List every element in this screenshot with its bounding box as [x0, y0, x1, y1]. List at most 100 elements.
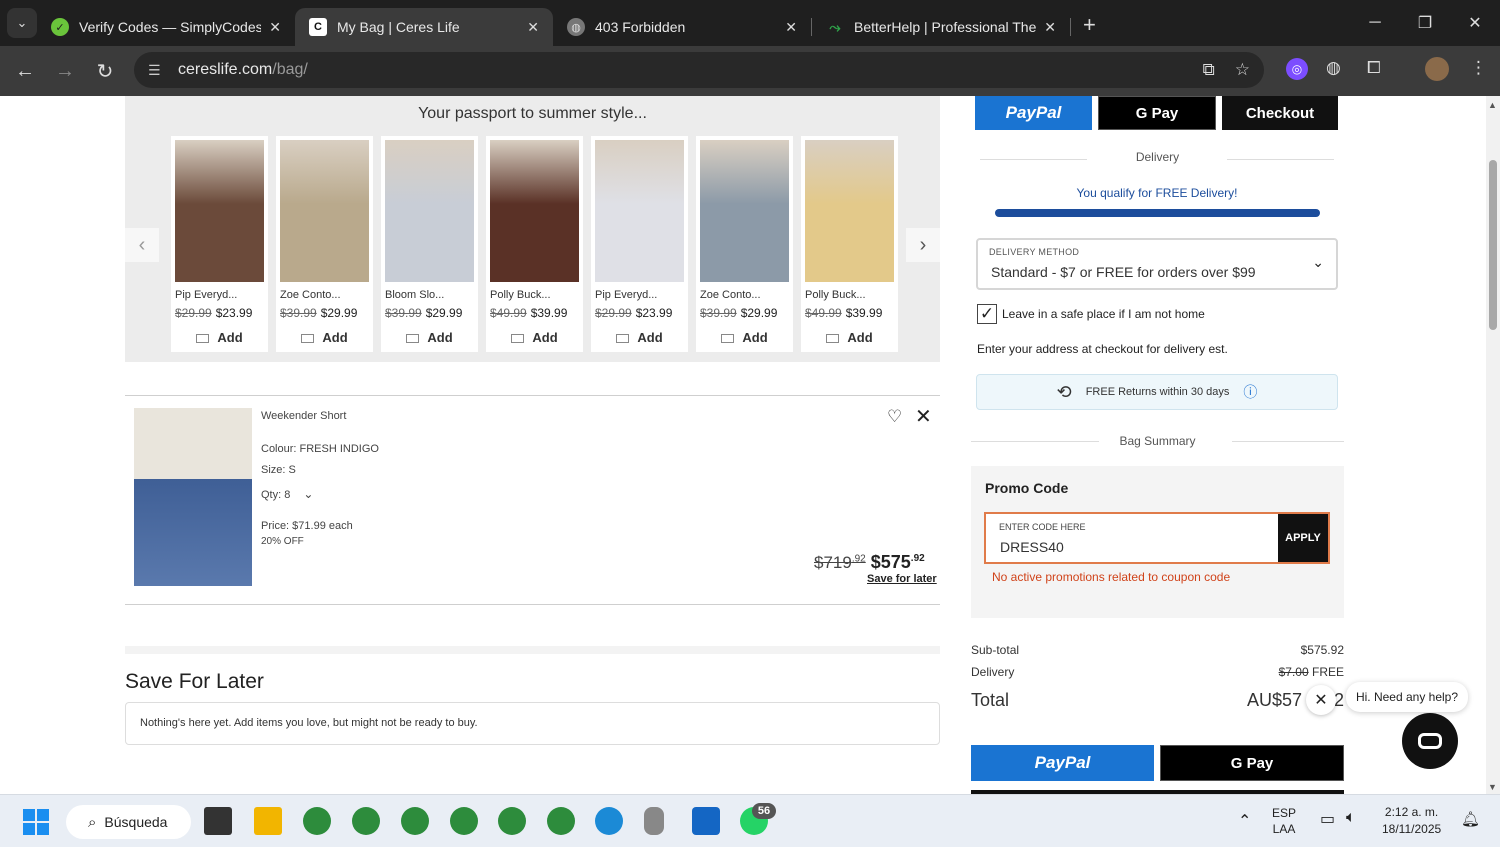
item-name[interactable]: Weekender Short	[261, 410, 346, 422]
tab-my-bag[interactable]: C My Bag | Ceres Life ✕	[295, 8, 553, 46]
vpn-globe-icon[interactable]: ◍	[1326, 58, 1341, 78]
tab-betterhelp[interactable]: ⤳ BetterHelp | Professional Therapy ✕	[812, 8, 1070, 46]
restore-icon[interactable]: ❐	[1400, 0, 1450, 46]
chrome-icon[interactable]	[547, 807, 575, 835]
tab-403-forbidden[interactable]: ◍ 403 Forbidden ✕	[553, 8, 811, 46]
betterhelp-favicon-icon: ⤳	[829, 18, 841, 35]
was-cents: .92	[851, 553, 866, 565]
product-card[interactable]: Polly Buck... $49.99 $39.99 Add	[486, 136, 583, 352]
chat-prompt[interactable]: Hi. Need any help?	[1346, 682, 1468, 712]
task-view-icon[interactable]	[204, 807, 232, 835]
carousel-prev-icon[interactable]: ‹	[125, 228, 159, 262]
chat-launcher-button[interactable]	[1402, 713, 1458, 769]
add-to-bag-button[interactable]: Add	[175, 330, 264, 345]
wishlist-heart-icon[interactable]: ♡	[887, 407, 902, 427]
bookmark-star-icon[interactable]: ☆	[1235, 60, 1250, 80]
chrome-icon[interactable]	[498, 807, 526, 835]
address-bar[interactable]: ☰ cereslife.com/bag/ ⧉ ☆	[134, 52, 1264, 88]
product-name[interactable]: Pip Everyd...	[175, 289, 264, 301]
add-to-bag-button[interactable]: Add	[280, 330, 369, 345]
mouse-app-icon[interactable]	[644, 807, 664, 835]
product-name[interactable]: Polly Buck...	[490, 289, 579, 301]
scroll-up-icon[interactable]: ▲	[1488, 100, 1497, 110]
extensions-puzzle-icon[interactable]: ⧠	[1367, 58, 1381, 78]
new-tab-icon[interactable]: +	[1083, 12, 1096, 38]
site-info-icon[interactable]: ☰	[148, 62, 166, 79]
close-window-icon[interactable]: ✕	[1450, 0, 1500, 46]
clock[interactable]: 2:12 a. m. 18/11/2025	[1382, 805, 1441, 836]
add-to-bag-button[interactable]: Add	[805, 330, 894, 345]
product-name[interactable]: Polly Buck...	[805, 289, 894, 301]
forward-icon[interactable]: →	[45, 60, 85, 83]
product-name[interactable]: Bloom Slo...	[385, 289, 474, 301]
taskbar-search[interactable]: ⌕ Búsqueda	[66, 805, 191, 839]
product-card[interactable]: Pip Everyd... $29.99 $23.99 Add	[591, 136, 688, 352]
profile-avatar[interactable]	[1425, 57, 1449, 81]
chrome-icon[interactable]	[401, 807, 429, 835]
google-pay-button-bottom[interactable]: G Pay	[1160, 745, 1344, 781]
chrome-icon[interactable]	[450, 807, 478, 835]
chevron-up-icon[interactable]: ⌃	[1238, 811, 1251, 831]
close-tab-icon[interactable]: ✕	[1044, 19, 1056, 36]
product-card[interactable]: Pip Everyd... $29.99 $23.99 Add	[171, 136, 268, 352]
safe-place-checkbox[interactable]: ✓	[977, 304, 997, 324]
product-image[interactable]	[595, 140, 684, 282]
add-to-bag-button[interactable]: Add	[700, 330, 789, 345]
info-icon[interactable]: ⓘ	[1243, 382, 1257, 402]
windows-start-icon[interactable]	[23, 809, 49, 835]
product-image[interactable]	[175, 140, 264, 282]
scrollbar-thumb[interactable]	[1489, 160, 1497, 330]
scroll-down-icon[interactable]: ▼	[1488, 782, 1497, 792]
store-icon[interactable]	[692, 807, 720, 835]
edge-icon[interactable]	[595, 807, 623, 835]
product-card[interactable]: Zoe Conto... $39.99 $29.99 Add	[696, 136, 793, 352]
tab-search-button[interactable]: ⌄	[7, 8, 37, 38]
qty-selector[interactable]: Qty: 8 ⌄	[261, 487, 313, 501]
file-explorer-icon[interactable]	[254, 807, 282, 835]
product-image[interactable]	[490, 140, 579, 282]
chrome-icon[interactable]	[303, 807, 331, 835]
language-indicator[interactable]: ESP LAA	[1272, 806, 1296, 836]
delivery-method-select[interactable]: DELIVERY METHOD Standard - $7 or FREE fo…	[976, 238, 1338, 290]
close-tab-icon[interactable]: ✕	[785, 19, 797, 36]
add-to-bag-button[interactable]: Add	[595, 330, 684, 345]
reload-icon[interactable]: ↻	[85, 59, 125, 84]
paypal-button[interactable]: PayPal	[975, 96, 1092, 130]
carousel-next-icon[interactable]: ›	[906, 228, 940, 262]
promo-code-input[interactable]: ENTER CODE HERE DRESS40 APPLY	[984, 512, 1330, 564]
add-to-bag-button[interactable]: Add	[385, 330, 474, 345]
apply-button[interactable]: APPLY	[1278, 514, 1328, 562]
product-name[interactable]: Zoe Conto...	[700, 289, 789, 301]
tab-verify-codes[interactable]: ✓ Verify Codes — SimplyCodes ✕	[37, 8, 295, 46]
close-tab-icon[interactable]: ✕	[527, 19, 539, 36]
kebab-menu-icon[interactable]: ⋮	[1470, 58, 1487, 78]
back-icon[interactable]: ←	[5, 60, 45, 83]
google-pay-button[interactable]: G Pay	[1098, 96, 1216, 130]
weekender-short-image[interactable]	[134, 408, 252, 586]
translate-icon[interactable]: ⧉	[1203, 60, 1215, 80]
extension-icon[interactable]: ◎	[1286, 58, 1308, 80]
checkout-button[interactable]: Checkout	[1222, 96, 1338, 130]
page-scrollbar[interactable]: ▲ ▼	[1486, 96, 1500, 794]
product-card[interactable]: Bloom Slo... $39.99 $29.99 Add	[381, 136, 478, 352]
product-image[interactable]	[385, 140, 474, 282]
product-image[interactable]	[805, 140, 894, 282]
add-to-bag-button[interactable]: Add	[490, 330, 579, 345]
notification-bell-icon[interactable]: 🔔︎	[1461, 810, 1480, 828]
product-card[interactable]: Zoe Conto... $39.99 $29.99 Add	[276, 136, 373, 352]
minimize-icon[interactable]: ─	[1350, 0, 1400, 46]
close-chat-icon[interactable]: ✕	[1306, 685, 1336, 715]
promo-input-value[interactable]: DRESS40	[1000, 539, 1064, 555]
product-image[interactable]	[280, 140, 369, 282]
save-for-later-link[interactable]: Save for later	[867, 573, 937, 585]
product-image[interactable]	[700, 140, 789, 282]
product-card[interactable]: Polly Buck... $49.99 $39.99 Add	[801, 136, 898, 352]
network-icon[interactable]: ▭	[1320, 809, 1335, 829]
remove-item-icon[interactable]: ✕	[915, 404, 932, 429]
volume-icon[interactable]: 🔈︎	[1346, 809, 1356, 827]
paypal-button-bottom[interactable]: PayPal	[971, 745, 1154, 781]
product-name[interactable]: Pip Everyd...	[595, 289, 684, 301]
product-name[interactable]: Zoe Conto...	[280, 289, 369, 301]
chrome-icon[interactable]	[352, 807, 380, 835]
close-tab-icon[interactable]: ✕	[269, 19, 281, 36]
